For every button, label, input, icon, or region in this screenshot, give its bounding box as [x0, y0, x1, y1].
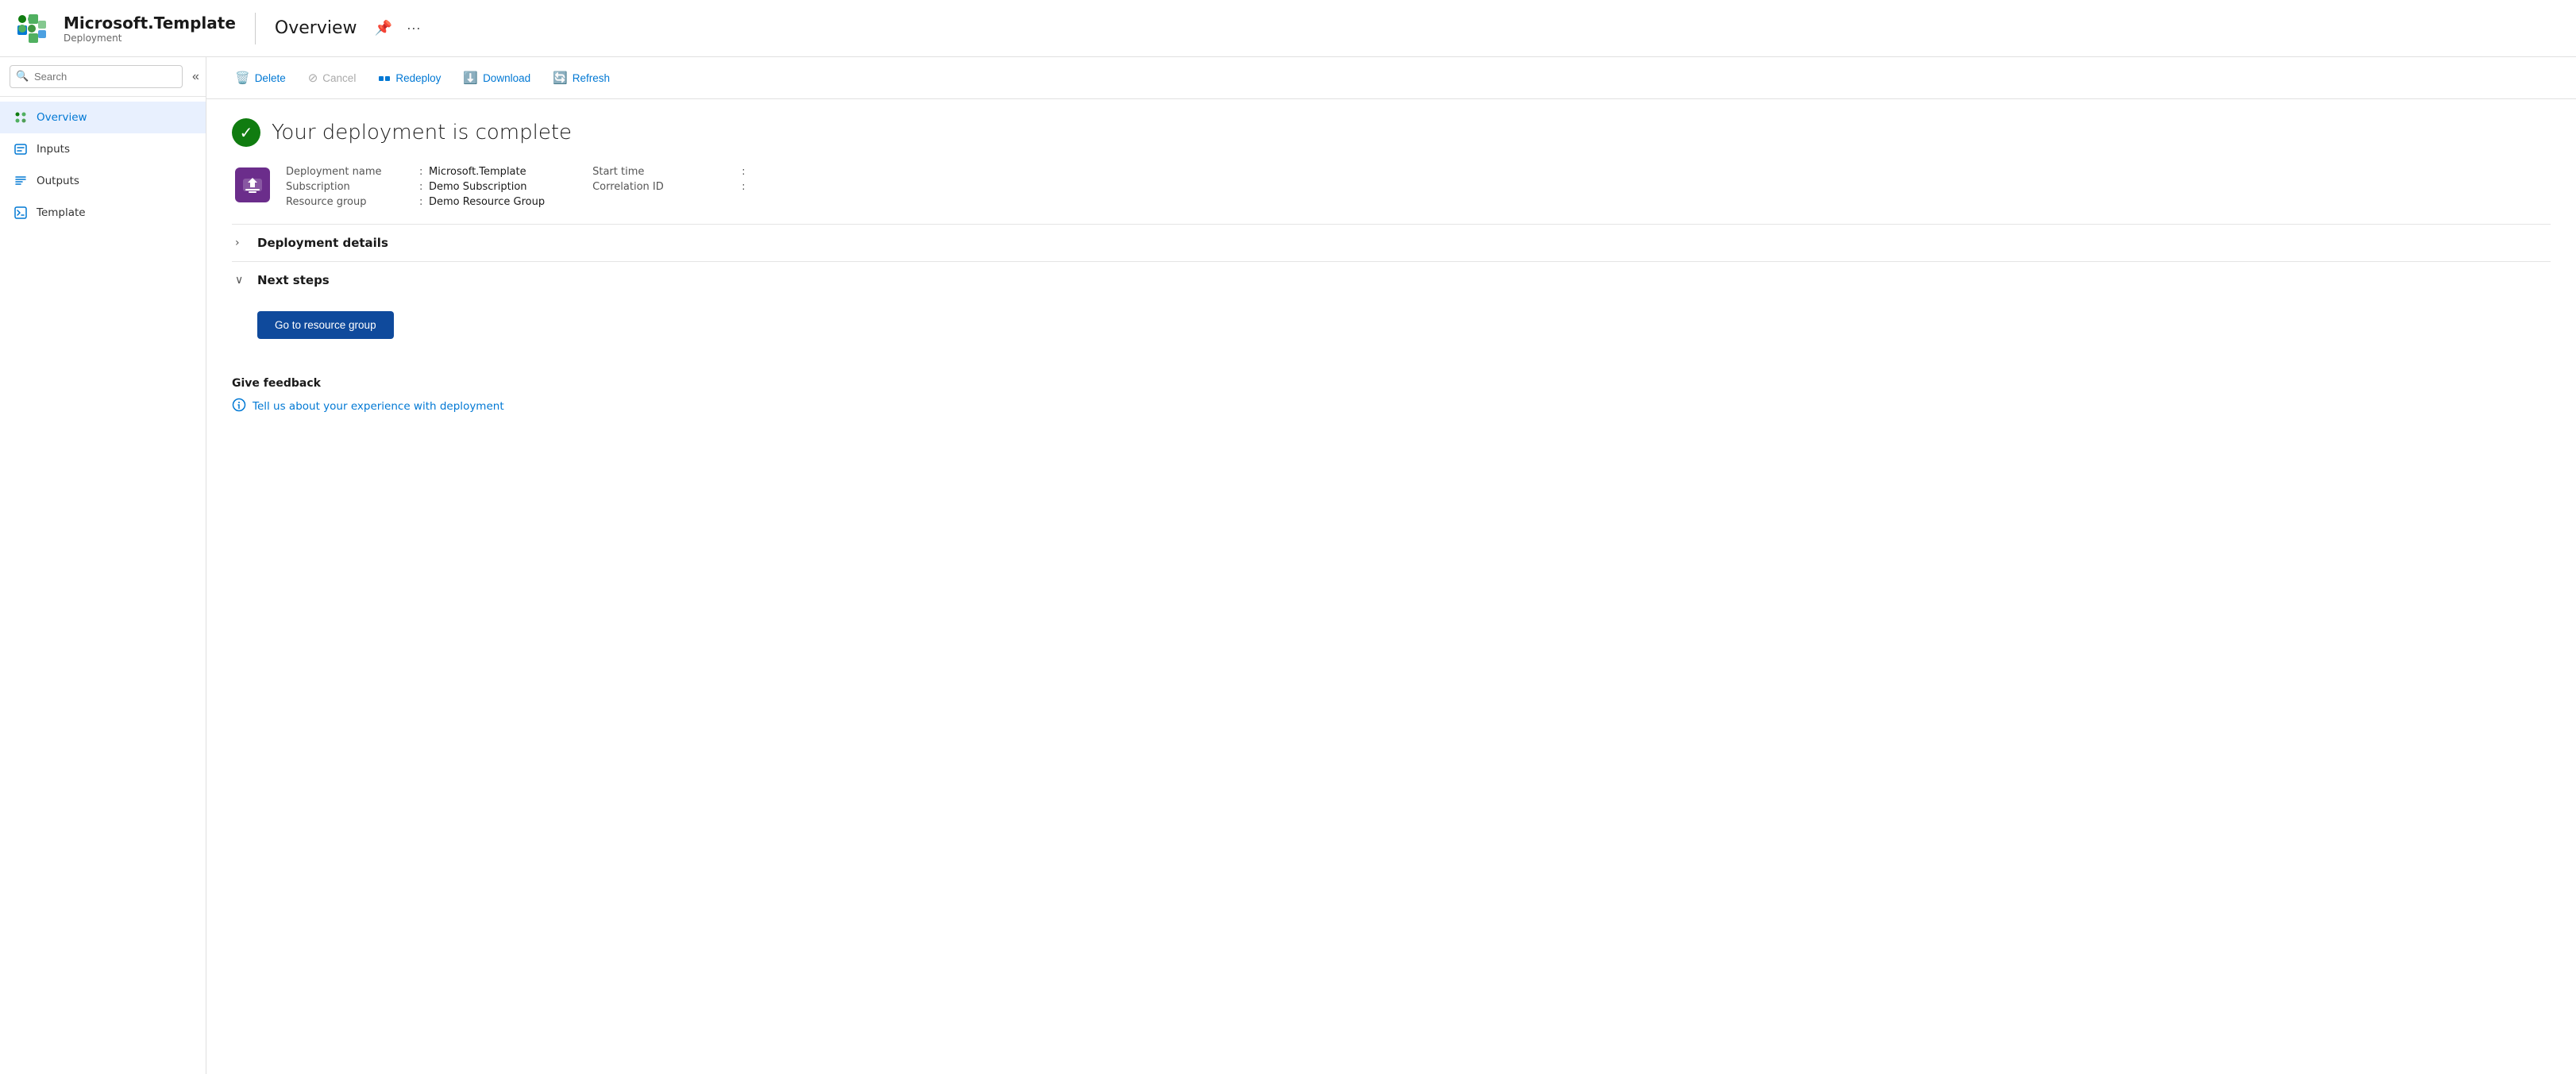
inputs-icon [13, 141, 29, 157]
content-area: ✓ Your deployment is complete [206, 99, 2576, 434]
deployment-name-label: Deployment name [286, 166, 413, 178]
success-check-icon: ✓ [232, 118, 260, 147]
download-icon: ⬇️ [463, 71, 478, 85]
sidebar-search-row: 🔍 « [0, 57, 206, 97]
sidebar-item-outputs[interactable]: Outputs [0, 165, 206, 197]
collapse-button[interactable]: « [187, 67, 204, 87]
resource-group-colon: : [413, 196, 429, 208]
redeploy-icon [378, 71, 391, 84]
sidebar-item-overview[interactable]: Overview [0, 102, 206, 133]
feedback-title: Give feedback [232, 377, 2551, 390]
cancel-icon: ⊘ [308, 71, 318, 85]
more-button[interactable]: ··· [402, 15, 426, 41]
delete-button[interactable]: 🗑️ Delete [226, 65, 295, 90]
feedback-link[interactable]: Tell us about your experience with deplo… [232, 398, 2551, 415]
sidebar-template-label: Template [37, 206, 86, 219]
app-container: Microsoft.Template Deployment Overview 📌… [0, 0, 2576, 1074]
template-icon [13, 205, 29, 221]
header-actions: 📌 ··· [369, 15, 425, 41]
download-button[interactable]: ⬇️ Download [453, 65, 540, 90]
body-container: 🔍 « Overview [0, 57, 2576, 1074]
azure-logo-icon [16, 13, 48, 44]
outputs-icon [13, 173, 29, 189]
subscription-label: Subscription [286, 181, 413, 193]
page-title: Overview [275, 18, 357, 38]
sidebar-outputs-label: Outputs [37, 175, 79, 187]
next-steps-title: Next steps [257, 273, 330, 287]
sidebar-item-template[interactable]: Template [0, 197, 206, 229]
header: Microsoft.Template Deployment Overview 📌… [0, 0, 2576, 57]
sidebar: 🔍 « Overview [0, 57, 206, 1074]
deployment-type-icon [235, 167, 270, 202]
subscription-colon: : [413, 181, 429, 193]
deployment-complete-banner: ✓ Your deployment is complete [232, 118, 2551, 147]
next-steps-chevron: ∨ [235, 274, 249, 287]
start-time-colon: : [735, 166, 751, 178]
sidebar-inputs-label: Inputs [37, 143, 70, 156]
go-to-resource-group-button[interactable]: Go to resource group [257, 311, 394, 339]
correlation-id-colon: : [735, 181, 751, 193]
resource-name: Microsoft.Template [64, 13, 236, 33]
pin-button[interactable]: 📌 [369, 15, 396, 41]
refresh-icon: 🔄 [553, 71, 568, 85]
toolbar: 🗑️ Delete ⊘ Cancel Redeploy [206, 57, 2576, 99]
deployment-name-value: Microsoft.Template [429, 166, 592, 178]
search-wrap: 🔍 [10, 65, 183, 88]
delete-icon: 🗑️ [235, 71, 250, 85]
resource-type: Deployment [64, 33, 236, 44]
next-steps-content: Go to resource group [232, 298, 2551, 345]
subscription-value: Demo Subscription [429, 181, 592, 193]
overview-icon [13, 110, 29, 125]
feedback-link-text: Tell us about your experience with deplo… [253, 400, 504, 413]
resource-group-label: Resource group [286, 196, 413, 208]
deployment-name-colon: : [413, 166, 429, 178]
deployment-details-section[interactable]: › Deployment details [232, 224, 2551, 261]
header-logo [16, 13, 48, 44]
refresh-button[interactable]: 🔄 Refresh [543, 65, 619, 90]
search-input[interactable] [10, 65, 183, 88]
header-title-block: Microsoft.Template Deployment [64, 13, 236, 44]
start-time-label: Start time [592, 166, 735, 178]
correlation-id-label: Correlation ID [592, 181, 735, 193]
cancel-button[interactable]: ⊘ Cancel [299, 65, 366, 90]
deployment-details-chevron: › [235, 237, 249, 249]
deployment-complete-text: Your deployment is complete [272, 121, 572, 144]
deployment-meta-grid: Deployment name : Microsoft.Template Sta… [286, 166, 915, 208]
feedback-section: Give feedback Tell us about your experie… [232, 371, 2551, 415]
deployment-details-title: Deployment details [257, 236, 388, 250]
feedback-icon [232, 398, 246, 415]
sidebar-overview-label: Overview [37, 111, 87, 124]
deployment-details-row: Deployment name : Microsoft.Template Sta… [232, 166, 2551, 208]
resource-group-value: Demo Resource Group [429, 196, 592, 208]
header-divider [255, 13, 256, 44]
redeploy-button[interactable]: Redeploy [368, 65, 450, 90]
sidebar-item-inputs[interactable]: Inputs [0, 133, 206, 165]
main-content: 🗑️ Delete ⊘ Cancel Redeploy [206, 57, 2576, 1074]
next-steps-section[interactable]: ∨ Next steps [232, 261, 2551, 298]
sidebar-nav: Overview Inputs [0, 97, 206, 1074]
